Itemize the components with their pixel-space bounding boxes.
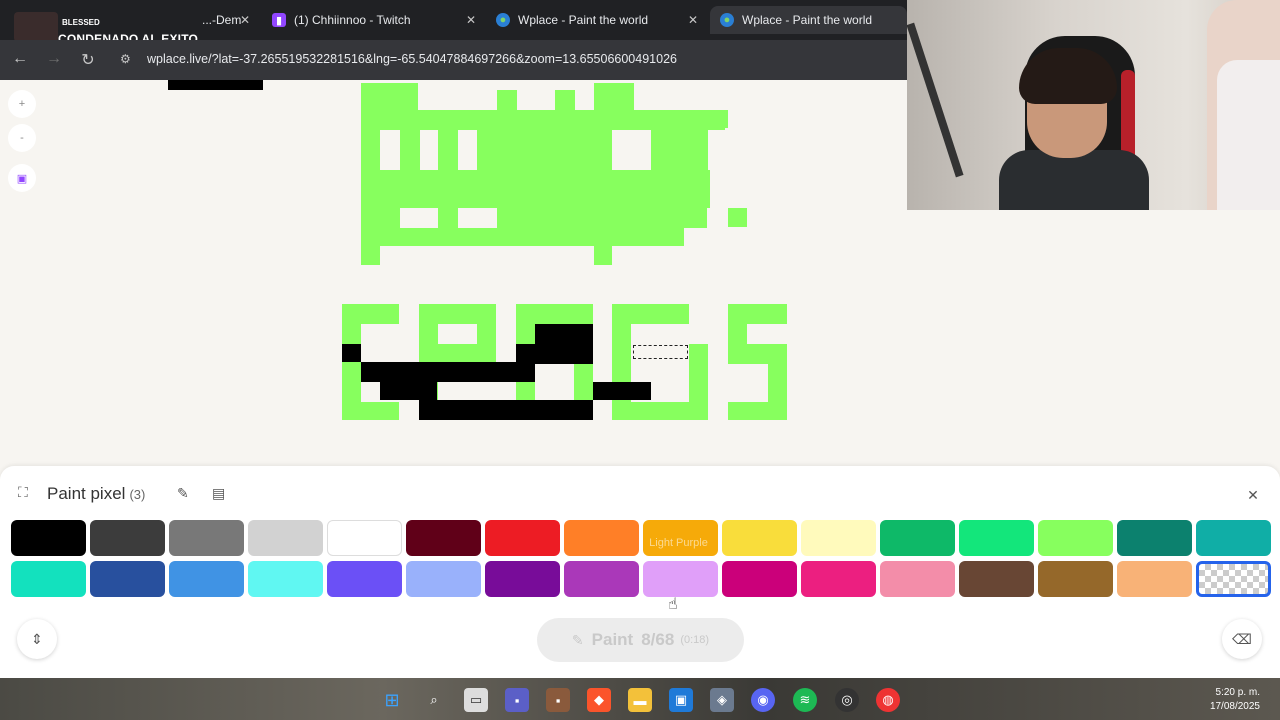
color-swatch[interactable] xyxy=(485,520,560,556)
color-swatch[interactable] xyxy=(880,561,955,597)
globe-icon: ● xyxy=(496,13,510,27)
expand-icon[interactable]: ⛶ xyxy=(18,484,28,501)
reload-icon[interactable]: ↻ xyxy=(78,50,98,70)
color-swatch[interactable] xyxy=(722,520,797,556)
color-swatch[interactable] xyxy=(1117,561,1192,597)
address-bar: ← → ↻ ⚙ wplace.live/?lat=-37.26551953228… xyxy=(0,40,907,80)
color-swatch[interactable] xyxy=(169,561,244,597)
clock: 5:20 p. m. 17/08/2025 xyxy=(1210,686,1260,714)
color-swatch[interactable] xyxy=(564,561,639,597)
site-settings-icon[interactable]: ⚙ xyxy=(120,52,136,68)
tab-wplace-1[interactable]: ● Wplace - Paint the world ✕ xyxy=(486,6,706,34)
tab-wplace-2[interactable]: ● Wplace - Paint the world xyxy=(710,6,907,34)
tab-close-icon[interactable]: ✕ xyxy=(240,13,250,27)
app-icon[interactable]: ▪ xyxy=(546,688,570,712)
color-swatch[interactable] xyxy=(1038,561,1113,597)
tab-wplace-2-label: Wplace - Paint the world xyxy=(742,13,873,27)
stream-logo xyxy=(14,12,58,42)
color-swatch[interactable] xyxy=(327,520,402,556)
color-swatch[interactable] xyxy=(485,561,560,597)
tab-close-icon[interactable]: ✕ xyxy=(466,13,476,27)
grid-icon[interactable]: ▤ xyxy=(212,485,225,502)
tab-close-icon[interactable]: ✕ xyxy=(688,13,698,27)
panel-title-label: Paint pixel xyxy=(47,484,126,503)
color-tooltip: Light Purple xyxy=(649,537,708,549)
tab-1[interactable]: ...-Dem ✕ xyxy=(196,6,258,34)
tab-twitch[interactable]: ▮ (1) Chhiinnoo - Twitch ✕ xyxy=(262,6,484,34)
pixel-selection-box xyxy=(633,345,688,359)
brush-icon: ✎ xyxy=(571,631,584,648)
color-swatch[interactable] xyxy=(90,520,165,556)
color-swatch-transparent[interactable] xyxy=(1196,561,1271,597)
brave-icon[interactable]: ◆ xyxy=(587,688,611,712)
task-view-icon[interactable]: ▭ xyxy=(464,688,488,712)
close-icon[interactable]: ✕ xyxy=(1241,483,1265,507)
color-swatch[interactable] xyxy=(801,561,876,597)
eraser-icon[interactable]: ⌫ xyxy=(1222,619,1262,659)
color-swatch[interactable] xyxy=(406,561,481,597)
store-icon[interactable]: ▣ xyxy=(669,688,693,712)
zoom-in-button[interactable]: + xyxy=(8,90,36,118)
color-swatch[interactable] xyxy=(248,561,323,597)
paint-progress: 8/68 xyxy=(641,630,675,649)
screen: { "browser": { "overlay": { "logo_text":… xyxy=(0,0,1280,720)
webcam-overlay xyxy=(907,0,1280,210)
paint-timer: (0:18) xyxy=(680,634,710,646)
collapse-toggle-icon[interactable]: ⇕ xyxy=(17,619,57,659)
color-swatch[interactable] xyxy=(169,520,244,556)
clock-date: 17/08/2025 xyxy=(1209,701,1260,712)
teams-icon[interactable]: ▪ xyxy=(505,688,529,712)
color-swatch[interactable] xyxy=(406,520,481,556)
paint-panel: ⛶ Paint pixel (3) ✎ ▤ ✕ Light Purple ☝ ⇕ … xyxy=(0,466,1280,678)
color-swatch[interactable] xyxy=(959,520,1034,556)
tab-1-label: ...-Dem xyxy=(202,13,242,27)
forward-icon[interactable]: → xyxy=(44,50,64,68)
paint-button[interactable]: ✎ Paint 8/68 (0:18) xyxy=(537,618,744,662)
zoom-out-button[interactable]: - xyxy=(8,124,36,152)
url-field[interactable]: wplace.live/?lat=-37.265519532281516&lng… xyxy=(147,52,677,66)
black-bar xyxy=(168,80,263,90)
tab-wplace-1-label: Wplace - Paint the world xyxy=(518,13,649,27)
back-icon[interactable]: ← xyxy=(10,50,30,68)
shield-icon[interactable]: ◈ xyxy=(710,688,734,712)
color-swatch[interactable] xyxy=(90,561,165,597)
color-swatch[interactable] xyxy=(564,520,639,556)
discord-icon[interactable]: ◉ xyxy=(751,688,775,712)
color-swatch[interactable] xyxy=(1196,520,1271,556)
color-swatch[interactable] xyxy=(959,561,1034,597)
color-swatch[interactable] xyxy=(722,561,797,597)
windows-start-icon[interactable]: ⊞ xyxy=(380,688,404,712)
chrome-icon[interactable]: ◍ xyxy=(876,688,900,712)
taskbar: ⊞ ⌕ ▭ ▪ ▪ ◆ ▬ ▣ ◈ ◉ ≋ ◎ ◍ 5:20 p. m. 17/… xyxy=(0,678,1280,720)
globe-icon: ● xyxy=(720,13,734,27)
color-swatch[interactable] xyxy=(248,520,323,556)
mouse-cursor-icon: ☝ xyxy=(668,596,678,613)
stream-overlay-blessed: BLESSED xyxy=(62,18,100,27)
obs-icon[interactable]: ◎ xyxy=(835,688,859,712)
paint-button-label: Paint xyxy=(591,630,634,649)
search-icon[interactable]: ⌕ xyxy=(422,688,446,712)
browser-tab-bar: BLESSED CONDENADO AL EXITO ...-Dem ✕ ▮ (… xyxy=(0,0,907,46)
twitch-icon: ▮ xyxy=(272,13,286,27)
twitch-icon[interactable]: ▣ xyxy=(8,164,36,192)
color-swatch[interactable] xyxy=(1038,520,1113,556)
tab-twitch-label: (1) Chhiinnoo - Twitch xyxy=(294,13,411,27)
color-swatch[interactable] xyxy=(11,520,86,556)
color-swatch[interactable] xyxy=(1117,520,1192,556)
clock-time: 5:20 p. m. xyxy=(1215,687,1260,698)
color-swatch[interactable] xyxy=(643,561,718,597)
spotify-icon[interactable]: ≋ xyxy=(793,688,817,712)
panel-title: Paint pixel (3) xyxy=(47,484,145,504)
panel-count: (3) xyxy=(129,487,146,502)
pencil-icon[interactable]: ✎ xyxy=(177,485,189,502)
file-explorer-icon[interactable]: ▬ xyxy=(628,688,652,712)
color-swatch[interactable] xyxy=(801,520,876,556)
color-swatch[interactable] xyxy=(327,561,402,597)
color-swatch[interactable] xyxy=(11,561,86,597)
color-swatch[interactable] xyxy=(880,520,955,556)
